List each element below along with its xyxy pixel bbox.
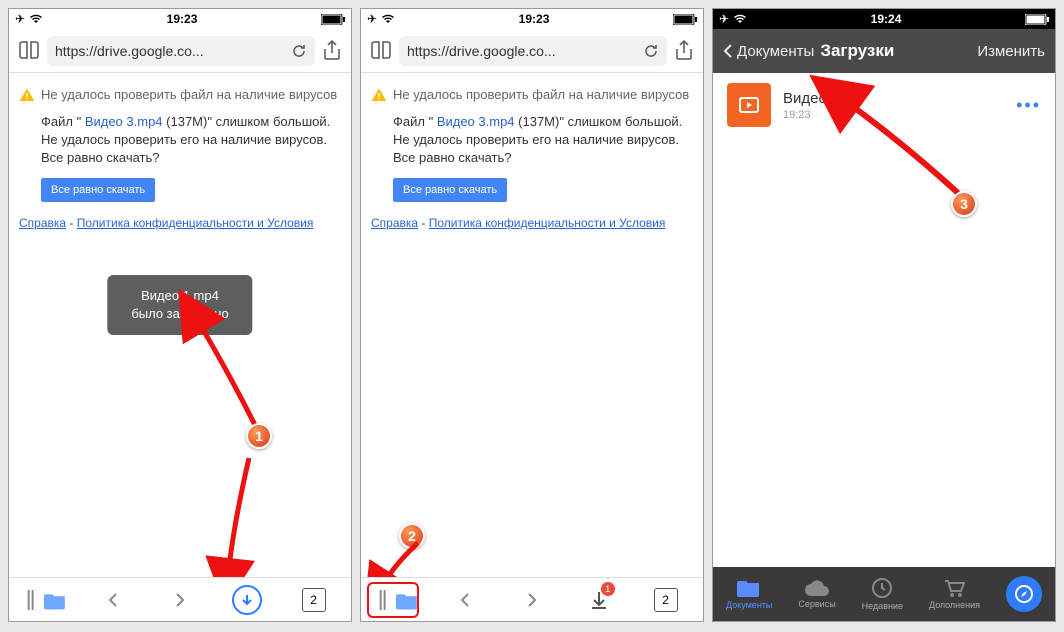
share-icon[interactable] bbox=[321, 39, 343, 63]
status-bar: ✈︎ 19:23 bbox=[9, 9, 351, 29]
nav-back-button[interactable] bbox=[445, 580, 485, 620]
warning-body: Файл " Видео 3.mp4 (137М)" слишком больш… bbox=[393, 113, 693, 168]
tabs-button[interactable]: 2 bbox=[294, 580, 334, 620]
airplane-icon: ✈︎ bbox=[367, 12, 377, 26]
nav-forward-button[interactable] bbox=[512, 580, 552, 620]
airplane-icon: ✈︎ bbox=[719, 12, 729, 26]
video-thumb-icon bbox=[727, 83, 771, 127]
tab-services[interactable]: Сервисы bbox=[798, 579, 835, 609]
reload-icon[interactable] bbox=[291, 43, 307, 59]
page-content: Не удалось проверить файл на наличие вир… bbox=[361, 73, 703, 577]
phone-screenshot-3: ✈︎ 19:24 Документы Загрузки Изменить Вид… bbox=[712, 8, 1056, 622]
url-text: https://drive.google.co... bbox=[55, 43, 291, 59]
phone-screenshot-2: ✈︎ 19:23 https://drive.google.co... Не у… bbox=[360, 8, 704, 622]
browser-nav-bar: https://drive.google.co... bbox=[361, 29, 703, 73]
arrow-annotation bbox=[833, 93, 973, 203]
page-content: Не удалось проверить файл на наличие вир… bbox=[9, 73, 351, 577]
cart-icon bbox=[942, 578, 966, 598]
tab-addons[interactable]: Дополнения bbox=[929, 578, 980, 610]
url-text: https://drive.google.co... bbox=[407, 43, 643, 59]
edit-button[interactable]: Изменить bbox=[977, 43, 1045, 60]
bottom-tab-bar: Документы Сервисы Недавние Дополнения bbox=[713, 567, 1055, 621]
battery-icon bbox=[1025, 14, 1049, 25]
book-icon[interactable] bbox=[369, 39, 393, 63]
battery-icon bbox=[321, 14, 345, 25]
url-field[interactable]: https://drive.google.co... bbox=[399, 36, 667, 66]
phone-screenshot-1: ✈︎ 19:23 https://drive.google.co... Не у… bbox=[8, 8, 352, 622]
step-badge-1: 1 bbox=[246, 423, 272, 449]
warning-icon bbox=[371, 87, 387, 103]
chevron-left-icon bbox=[723, 43, 733, 59]
url-field[interactable]: https://drive.google.co... bbox=[47, 36, 315, 66]
footer-links: Справка - Политика конфиденциальности и … bbox=[19, 216, 341, 230]
arrow-annotation bbox=[373, 541, 433, 577]
browser-nav-bar: https://drive.google.co... bbox=[9, 29, 351, 73]
wifi-icon bbox=[29, 14, 43, 24]
wifi-icon bbox=[381, 14, 395, 24]
footer-links: Справка - Политика конфиденциальности и … bbox=[371, 216, 693, 230]
share-icon[interactable] bbox=[673, 39, 695, 63]
nav-back-button[interactable] bbox=[93, 580, 133, 620]
status-bar: ✈︎ 19:23 bbox=[361, 9, 703, 29]
file-manager-header: Документы Загрузки Изменить bbox=[713, 29, 1055, 73]
download-anyway-button[interactable]: Все равно скачать bbox=[393, 178, 507, 202]
arrow-annotation bbox=[189, 313, 279, 443]
tab-browser[interactable] bbox=[1006, 576, 1042, 612]
tabs-button[interactable]: 2 bbox=[646, 580, 686, 620]
policy-link[interactable]: Политика конфиденциальности и Условия bbox=[77, 216, 314, 230]
tab-documents[interactable]: Документы bbox=[726, 578, 772, 610]
downloads-folder-icon[interactable] bbox=[378, 580, 418, 620]
downloads-button[interactable]: 1 bbox=[579, 580, 619, 620]
warning-title: Не удалось проверить файл на наличие вир… bbox=[41, 87, 337, 103]
nav-forward-button[interactable] bbox=[160, 580, 200, 620]
folder-icon bbox=[737, 578, 761, 598]
arrow-annotation bbox=[159, 453, 269, 573]
help-link[interactable]: Справка bbox=[19, 216, 66, 230]
downloads-folder-icon[interactable] bbox=[26, 580, 66, 620]
battery-icon bbox=[673, 14, 697, 25]
tab-recent[interactable]: Недавние bbox=[862, 577, 903, 611]
file-list: Видео 1 19:23 ••• 3 bbox=[713, 73, 1055, 567]
clock: 19:23 bbox=[43, 12, 321, 26]
clock: 19:23 bbox=[395, 12, 673, 26]
book-icon[interactable] bbox=[17, 39, 41, 63]
file-link[interactable]: Видео 3.mp4 bbox=[85, 114, 163, 129]
file-link[interactable]: Видео 3.mp4 bbox=[437, 114, 515, 129]
cloud-icon bbox=[804, 579, 830, 597]
clock: 19:24 bbox=[747, 12, 1025, 26]
bottom-toolbar: 1 2 bbox=[361, 577, 703, 621]
page-title: Загрузки bbox=[820, 41, 894, 61]
download-anyway-button[interactable]: Все равно скачать bbox=[41, 178, 155, 202]
policy-link[interactable]: Политика конфиденциальности и Условия bbox=[429, 216, 666, 230]
wifi-icon bbox=[733, 14, 747, 24]
clock-icon bbox=[871, 577, 893, 599]
warning-body: Файл " Видео 3.mp4 (137М)" слишком больш… bbox=[41, 113, 341, 168]
warning-title: Не удалось проверить файл на наличие вир… bbox=[393, 87, 689, 103]
download-progress-button[interactable] bbox=[227, 580, 267, 620]
more-button[interactable]: ••• bbox=[1016, 95, 1041, 116]
airplane-icon: ✈︎ bbox=[15, 12, 25, 26]
compass-icon bbox=[1014, 584, 1034, 604]
bottom-toolbar: 2 bbox=[9, 577, 351, 621]
warning-icon bbox=[19, 87, 35, 103]
step-badge-3: 3 bbox=[951, 191, 977, 217]
back-button[interactable]: Документы bbox=[723, 43, 814, 60]
status-bar: ✈︎ 19:24 bbox=[713, 9, 1055, 29]
help-link[interactable]: Справка bbox=[371, 216, 418, 230]
reload-icon[interactable] bbox=[643, 43, 659, 59]
